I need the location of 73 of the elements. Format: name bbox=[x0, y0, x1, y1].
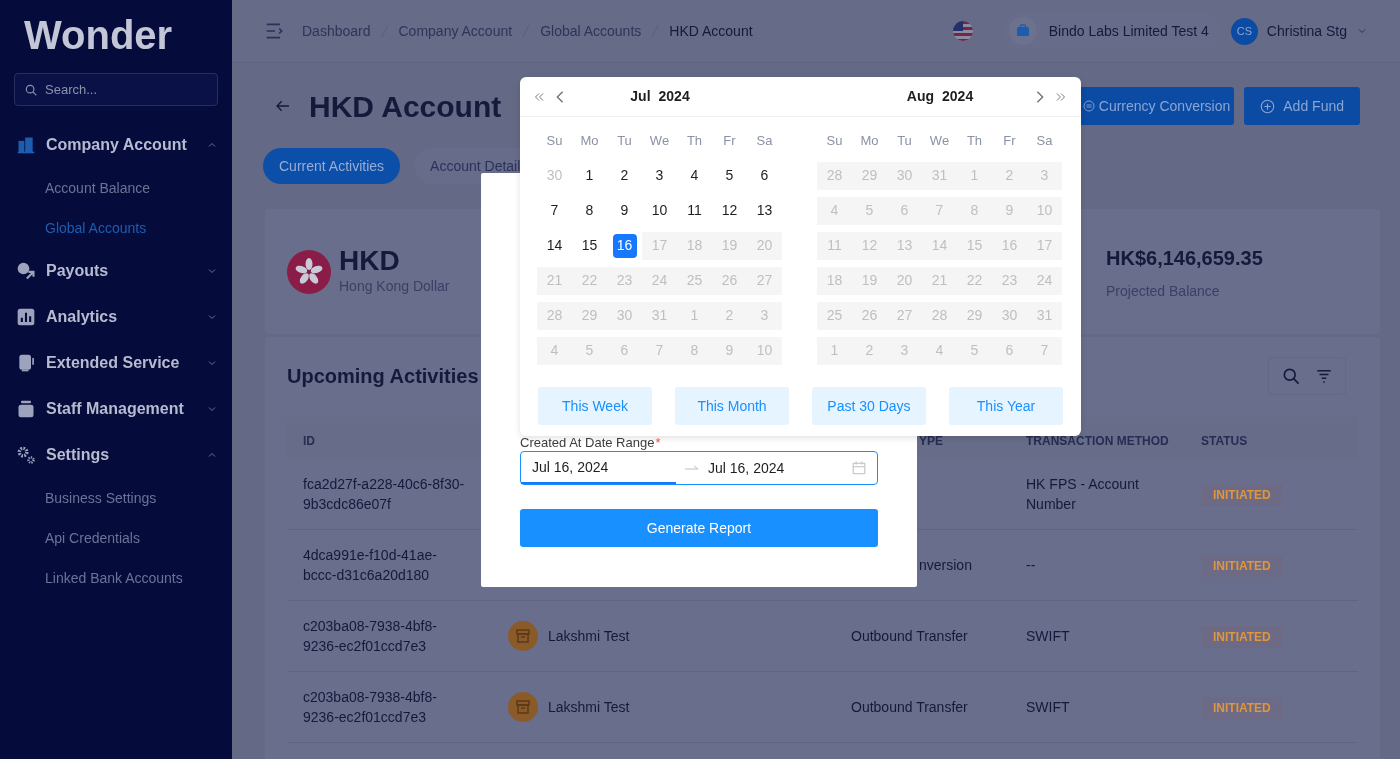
table-cell-text: SWIFT bbox=[1026, 627, 1071, 646]
nav-item[interactable]: Payouts bbox=[0, 248, 232, 294]
calendar-day[interactable]: 2 bbox=[620, 165, 629, 186]
calendar-day[interactable]: 16 bbox=[612, 233, 637, 258]
table-cell-text: 4dca991e-f10d-41ae-bccc-d31c6a20d180 bbox=[303, 546, 438, 585]
calendar-day[interactable]: 12 bbox=[721, 200, 738, 221]
status-badge: INITIATED bbox=[1201, 554, 1283, 577]
calendar-day[interactable]: 5 bbox=[725, 165, 734, 186]
weekday-label: Fr bbox=[1003, 131, 1016, 150]
search-field[interactable]: Search... bbox=[14, 73, 218, 106]
table-cell-text: -- bbox=[1026, 556, 1037, 575]
weekday-label: Tu bbox=[617, 131, 632, 150]
weekday-label: We bbox=[649, 131, 670, 150]
table-cell-text: SWIFT bbox=[1026, 698, 1071, 717]
month-label[interactable]: Aug bbox=[906, 86, 935, 107]
weekday-label: We bbox=[929, 131, 950, 150]
nav-subitem[interactable]: Api Credentials bbox=[0, 518, 232, 558]
weekday-label: Fr bbox=[723, 131, 736, 150]
table-cell-text: Lakshmi Test bbox=[548, 626, 630, 646]
calendar-day[interactable]: 6 bbox=[760, 165, 769, 186]
year-label[interactable]: 2024 bbox=[942, 86, 974, 107]
nav-subitem[interactable]: Business Settings bbox=[0, 478, 232, 518]
required-mark: * bbox=[655, 436, 661, 450]
weekday-label: Mo bbox=[860, 131, 879, 150]
calendar-day[interactable]: 8 bbox=[585, 200, 594, 221]
section-title: Upcoming Activities bbox=[287, 364, 479, 389]
nav-item[interactable]: Staff Management bbox=[0, 386, 232, 432]
end-date[interactable]: Jul 16, 2024 bbox=[708, 452, 785, 484]
date-range-field[interactable]: Jul 16, 2024 Jul 16, 2024 bbox=[520, 451, 878, 485]
table-cell-text: fca2d27f-a228-40c6-8f30-9b3cdc86e07f bbox=[303, 475, 466, 514]
year-label[interactable]: 2024 bbox=[658, 86, 690, 107]
nav-item[interactable]: Company Account bbox=[0, 122, 232, 168]
nav-item[interactable]: Extended Service bbox=[0, 340, 232, 386]
calendar-day[interactable]: 11 bbox=[687, 200, 702, 221]
calendar-day[interactable]: 9 bbox=[620, 200, 629, 221]
nav-subitem[interactable]: Linked Bank Accounts bbox=[0, 558, 232, 598]
table-cell-text: c203ba08-7938-4bf8-9236-ec2f01ccd7e3 bbox=[303, 688, 438, 727]
calendar-day[interactable]: 10 bbox=[651, 200, 668, 221]
nav-item[interactable]: Analytics bbox=[0, 294, 232, 340]
weekday-label: Th bbox=[966, 131, 983, 150]
field-label: Created At Date Range bbox=[520, 436, 655, 450]
table-cell: Outbound Transfer bbox=[851, 628, 968, 644]
calendar-day[interactable]: 1 bbox=[585, 165, 594, 186]
weekday-label: Mo bbox=[580, 131, 599, 150]
weekday-label: Sa bbox=[756, 131, 773, 150]
balance-amount: HK$6,146,659.35 bbox=[1106, 246, 1264, 271]
calendar-day: 30 bbox=[546, 165, 563, 186]
calendar-day[interactable]: 14 bbox=[546, 235, 563, 256]
weekday-label: Tu bbox=[897, 131, 912, 150]
weekday-label: Th bbox=[686, 131, 703, 150]
table-cell: Outbound Transfer bbox=[851, 699, 968, 715]
page-title: HKD Account bbox=[309, 88, 502, 125]
status-badge: INITIATED bbox=[1201, 696, 1283, 719]
nav-subitem[interactable]: Account Balance bbox=[0, 168, 232, 208]
logo: Wonder bbox=[23, 12, 173, 59]
calendar-day[interactable]: 13 bbox=[756, 200, 773, 221]
table-cell-text: Lakshmi Test bbox=[548, 697, 630, 717]
status-badge: INITIATED bbox=[1201, 483, 1283, 506]
calendar-day[interactable]: 7 bbox=[550, 200, 559, 221]
table-cell-text: HK FPS - Account Number bbox=[1026, 475, 1140, 514]
weekday-label: Sa bbox=[1036, 131, 1053, 150]
calendar-day[interactable]: 3 bbox=[655, 165, 664, 186]
month-label[interactable]: Jul bbox=[630, 86, 651, 107]
calendar-day[interactable]: 4 bbox=[690, 165, 699, 186]
table-cell-text: c203ba08-7938-4bf8-9236-ec2f01ccd7e3 bbox=[303, 617, 438, 656]
currency-code: HKD bbox=[339, 246, 401, 276]
status-badge: INITIATED bbox=[1201, 625, 1283, 648]
weekday-label: Su bbox=[826, 131, 843, 150]
table-cell: nversion bbox=[919, 557, 972, 573]
start-date[interactable]: Jul 16, 2024 bbox=[521, 452, 676, 484]
calendar-day[interactable]: 15 bbox=[581, 235, 598, 256]
weekday-label: Su bbox=[546, 131, 563, 150]
nav-item[interactable]: Settings bbox=[0, 432, 232, 478]
